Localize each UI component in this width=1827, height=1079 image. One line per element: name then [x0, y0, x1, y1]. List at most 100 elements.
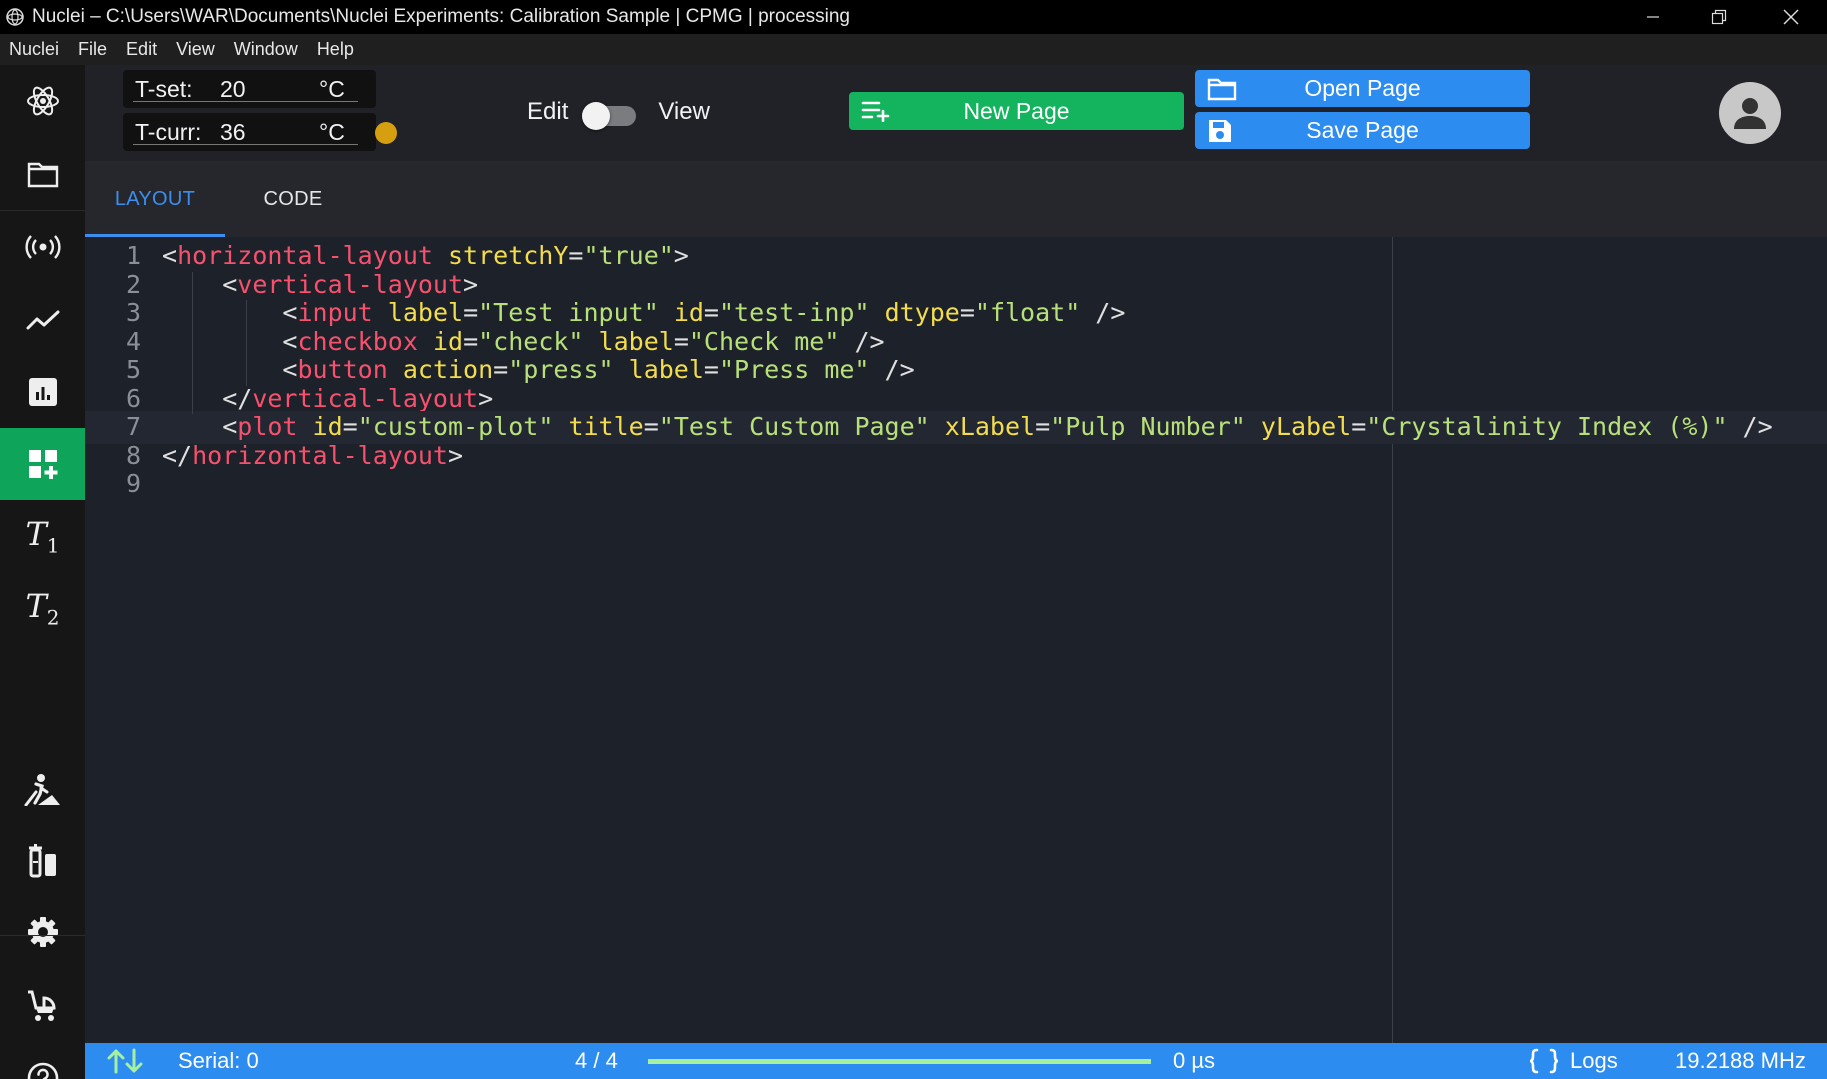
app-window: Nuclei – C:\Users\WAR\Documents\Nuclei E… [0, 0, 1827, 1079]
line-number: 3 [125, 298, 141, 327]
code-line[interactable]: <checkbox id="check" label="Check me" /> [162, 327, 884, 356]
sidebar-item-flask[interactable] [0, 825, 85, 897]
line-number: 6 [125, 383, 141, 413]
indent-guide [246, 300, 247, 386]
folder-open-icon [1207, 77, 1237, 101]
edit-mode-label: Edit [527, 98, 569, 125]
elapsed-time: 0 µs [1173, 1048, 1216, 1073]
acquisition-progress-bar [648, 1059, 1151, 1064]
save-page-label: Save Page [1306, 117, 1419, 143]
t-set-unit: °C [319, 75, 345, 102]
line-number: 4 [125, 326, 141, 356]
broadcast-icon [24, 235, 61, 259]
code-line[interactable]: </horizontal-layout> [162, 441, 463, 470]
code-line[interactable]: <input label="Test input" id="test-inp" … [162, 298, 1125, 327]
sidebar: T1 T2 [0, 65, 85, 1079]
code-line[interactable]: </vertical-layout> [162, 384, 493, 413]
flask-icon [28, 844, 56, 878]
restore-button[interactable] [1683, 0, 1755, 34]
print-margin [1392, 237, 1393, 1043]
hiking-icon [24, 774, 60, 806]
title-bar: Nuclei – C:\Users\WAR\Documents\Nuclei E… [0, 0, 1827, 34]
sidebar-item-bar-chart[interactable] [0, 356, 85, 428]
menu-nuclei[interactable]: Nuclei [9, 39, 59, 60]
t-curr-label: T-curr: [135, 118, 202, 145]
user-icon [1734, 98, 1766, 129]
line-number: 7 [125, 412, 141, 441]
menu-file[interactable]: File [78, 39, 107, 60]
serial-sync-icon[interactable] [105, 1043, 145, 1079]
sidebar-item-folder[interactable] [0, 138, 85, 210]
temperature-status-dot [375, 122, 397, 144]
code-line[interactable]: <vertical-layout> [162, 270, 478, 299]
menu-view[interactable]: View [176, 39, 215, 60]
stroller-icon [27, 990, 56, 1021]
open-page-label: Open Page [1304, 75, 1421, 101]
code-line[interactable]: <plot id="custom-plot" title="Test Custo… [162, 412, 1772, 441]
code-editor[interactable]: 1 <horizontal-layout stretchY="true"> 2 <v… [85, 237, 1827, 1043]
t-set-value[interactable]: 20 [220, 76, 246, 103]
new-page-label: New Page [963, 97, 1070, 124]
t-curr-value: 36 [220, 118, 246, 145]
line-number: 1 [125, 241, 141, 270]
avatar[interactable] [1719, 82, 1781, 144]
temperature-current-box: T-curr: 36 °C [123, 113, 397, 151]
gear-icon [27, 917, 58, 947]
restore-icon [1711, 9, 1727, 25]
header-toolbar: T-set: 20 °C T-curr: 36 °C Edit View New… [85, 65, 1827, 161]
tab-code[interactable]: CODE [225, 161, 361, 237]
progress-fill [648, 1059, 1151, 1064]
sidebar-item-broadcast[interactable] [0, 211, 85, 283]
menu-edit[interactable]: Edit [126, 39, 157, 60]
view-mode-label: View [658, 98, 710, 125]
status-bar: Serial: 0 4 / 4 0 µs Logs 19.2188 MHz [85, 1043, 1827, 1079]
scan-counter: 4 / 4 [575, 1048, 618, 1073]
help-icon [27, 1062, 58, 1079]
mode-toggle: Edit View [527, 97, 710, 130]
temperature-set-box: T-set: 20 °C [123, 70, 376, 108]
code-line[interactable]: <horizontal-layout stretchY="true"> [162, 241, 689, 270]
line-number: 8 [125, 440, 141, 470]
tab-layout[interactable]: LAYOUT [85, 161, 225, 237]
open-page-button[interactable]: Open Page [1195, 70, 1530, 107]
atom-icon [26, 86, 59, 116]
indent-guide [192, 271, 193, 414]
logs-button[interactable]: Logs [1528, 1043, 1618, 1079]
tab-code-label: CODE [263, 187, 323, 210]
code-line[interactable]: <button action="press" label="Press me" … [162, 355, 914, 384]
tab-bar: LAYOUT CODE [85, 161, 1827, 237]
sidebar-item-line-chart[interactable] [0, 284, 85, 356]
window-title: Nuclei – C:\Users\WAR\Documents\Nuclei E… [32, 6, 850, 27]
mode-switch[interactable] [582, 100, 638, 130]
sidebar-item-t2[interactable]: T2 [0, 572, 85, 644]
menu-help[interactable]: Help [317, 39, 354, 60]
folder-icon [27, 162, 58, 188]
menu-window[interactable]: Window [234, 39, 298, 60]
t2-icon: T2 [25, 586, 60, 630]
serial-status: Serial: 0 [178, 1048, 259, 1073]
sidebar-item-settings[interactable] [0, 896, 85, 968]
sidebar-item-custom-pages[interactable] [0, 428, 85, 500]
dashboard-add-icon [28, 450, 57, 479]
bar-chart-icon [28, 378, 57, 406]
line-number: 9 [125, 469, 141, 498]
close-button[interactable] [1755, 0, 1827, 34]
new-page-button[interactable]: New Page [849, 92, 1184, 130]
t1-icon: T1 [25, 514, 60, 558]
minimize-icon [1647, 16, 1659, 18]
minimize-button[interactable] [1617, 0, 1689, 34]
frequency-readout: 19.2188 MHz [1675, 1048, 1806, 1073]
t-curr-unit: °C [319, 118, 345, 145]
sidebar-item-stroller[interactable] [0, 970, 85, 1042]
t-set-label: T-set: [135, 75, 193, 102]
line-number: 5 [125, 355, 141, 384]
close-icon [1783, 9, 1799, 25]
sidebar-item-atom[interactable] [0, 65, 85, 137]
sidebar-item-t1[interactable]: T1 [0, 500, 85, 572]
menu-bar: Nuclei File Edit View Window Help [0, 34, 1827, 65]
save-page-button[interactable]: Save Page [1195, 112, 1530, 149]
sidebar-item-hiking[interactable] [0, 753, 85, 825]
tab-layout-label: LAYOUT [114, 187, 196, 210]
logs-label: Logs [1570, 1048, 1618, 1073]
sidebar-item-help[interactable] [0, 1042, 85, 1079]
